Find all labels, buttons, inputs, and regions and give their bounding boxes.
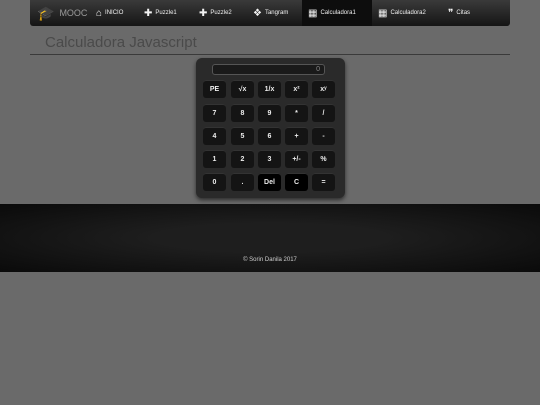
nav-item-inicio[interactable]: ⌂ INICIO [90,0,138,26]
footer: © Sorin Danila 2017 [0,204,540,272]
key-5[interactable]: 5 [231,127,254,145]
quote-icon: ❞ [448,7,454,19]
cubes-icon: ❖ [253,7,262,19]
calculator: 0 PE √x 1/x x² xʸ 7 8 9 * / 4 5 6 + - 1 … [196,58,345,198]
key-clear[interactable]: C [285,173,308,191]
nav-item-calculadora1[interactable]: ▦ Calculadora1 [302,0,372,26]
key-power[interactable]: xʸ [312,80,335,98]
key-multiply[interactable]: * [285,104,308,122]
nav-item-label: Calculadora2 [390,10,426,16]
key-percent[interactable]: % [312,150,335,168]
page-title: Calculadora Javascript [45,34,197,51]
footer-copyright: © Sorin Danila 2017 [243,257,297,263]
calculator-icon: ▦ [378,7,388,19]
key-9[interactable]: 9 [258,104,281,122]
key-sqrt[interactable]: √x [231,80,254,98]
key-delete[interactable]: Del [258,173,281,191]
key-square[interactable]: x² [285,80,308,98]
nav-item-label: INICIO [105,10,124,16]
key-add[interactable]: + [285,127,308,145]
nav-item-citas[interactable]: ❞ Citas [442,0,490,26]
nav-item-puzzle1[interactable]: ✚ Puzzle1 [138,0,193,26]
nav-item-tangram[interactable]: ❖ Tangram [247,0,302,26]
nav-item-label: Citas [456,10,471,16]
key-divide[interactable]: / [312,104,335,122]
brand-label: MOOC [59,8,88,18]
brand[interactable]: 🎓 MOOC [30,0,90,26]
key-4[interactable]: 4 [203,127,226,145]
navbar: 🎓 MOOC ⌂ INICIO ✚ Puzzle1 ✚ Puzzle2 ❖ Ta… [30,0,510,26]
key-pe[interactable]: PE [203,80,226,98]
puzzle-icon: ✚ [144,7,153,19]
title-divider [30,54,510,55]
nav-item-label: Tangram [264,10,289,16]
nav-item-calculadora2[interactable]: ▦ Calculadora2 [372,0,442,26]
key-3[interactable]: 3 [258,150,281,168]
calculator-icon: ▦ [308,7,318,19]
home-icon: ⌂ [96,7,103,19]
key-0[interactable]: 0 [203,173,226,191]
key-1[interactable]: 1 [203,150,226,168]
key-6[interactable]: 6 [258,127,281,145]
key-subtract[interactable]: - [312,127,335,145]
key-2[interactable]: 2 [231,150,254,168]
key-decimal[interactable]: . [231,173,254,191]
graduation-cap-icon: 🎓 [37,4,55,21]
key-8[interactable]: 8 [231,104,254,122]
key-7[interactable]: 7 [203,104,226,122]
key-negate[interactable]: +/- [285,150,308,168]
calculator-display: 0 [212,64,325,75]
nav-item-label: Puzzle2 [210,10,232,16]
nav-item-puzzle2[interactable]: ✚ Puzzle2 [193,0,247,26]
key-equals[interactable]: = [312,173,335,191]
puzzle-icon: ✚ [199,7,208,19]
nav-item-label: Puzzle1 [155,10,177,16]
nav-item-label: Calculadora1 [320,10,356,16]
key-reciprocal[interactable]: 1/x [258,80,281,98]
